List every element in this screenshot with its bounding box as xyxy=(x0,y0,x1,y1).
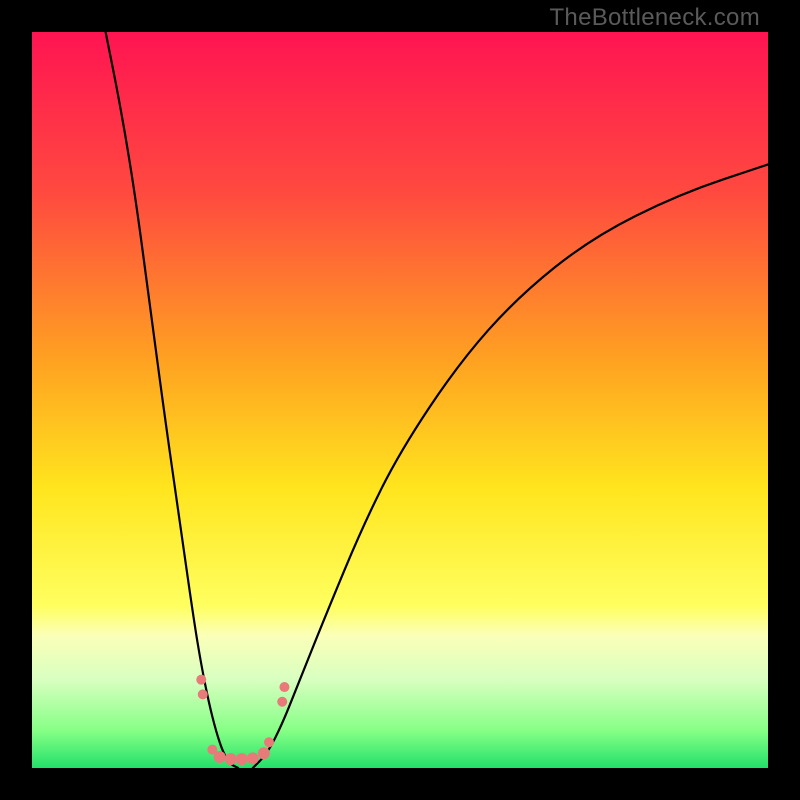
chart-curves xyxy=(32,32,768,768)
watermark-text: TheBottleneck.com xyxy=(549,4,760,32)
data-marker xyxy=(198,689,208,699)
data-marker xyxy=(279,682,289,692)
data-marker xyxy=(258,747,270,759)
data-marker xyxy=(247,752,259,764)
data-marker xyxy=(214,751,226,763)
data-marker xyxy=(196,675,206,685)
series-right-curve xyxy=(253,164,768,768)
series-left-curve xyxy=(106,32,238,768)
data-marker xyxy=(264,737,274,747)
data-marker xyxy=(225,753,237,765)
data-marker xyxy=(236,753,248,765)
data-marker xyxy=(277,697,287,707)
plot-area xyxy=(32,32,768,768)
